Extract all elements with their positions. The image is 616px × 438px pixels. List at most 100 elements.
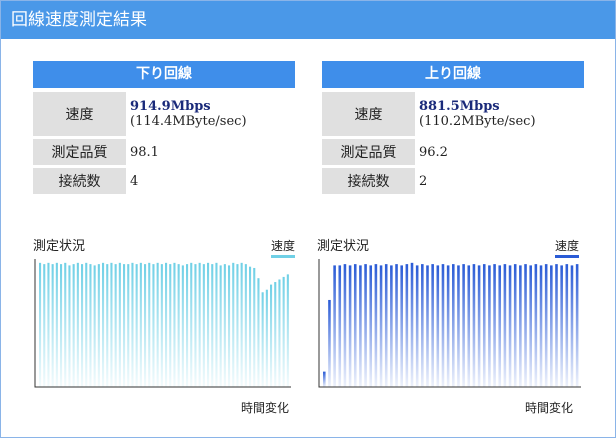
download-chart-bar-59 — [286, 274, 289, 387]
upload-chart-bar-15 — [400, 265, 403, 387]
upload-chart-bar-36 — [508, 265, 512, 387]
download-chart-bar-39 — [202, 264, 205, 387]
upload-connections-value: 2 — [419, 173, 428, 189]
upload-chart-bar-30 — [477, 265, 481, 387]
download-chart-bar-18 — [114, 264, 117, 387]
download-chart-bar-37 — [194, 264, 197, 387]
upload-chart-bar-46 — [560, 265, 563, 387]
upload-speed-label: 速度 — [322, 92, 415, 136]
upload-title: 上り回線 — [322, 61, 584, 88]
upload-chart-bar-3 — [338, 265, 342, 387]
upload-chart-bar-28 — [467, 265, 471, 387]
upload-chart-bar-39 — [524, 264, 527, 387]
upload-chart-bar-10 — [374, 264, 378, 387]
download-speed-mbyte: (114.4MByte/sec) — [130, 114, 247, 129]
upload-column: 上り回線 速度 881.5Mbps (110.2MByte/sec) 測定品質 … — [322, 61, 584, 197]
upload-quality-value: 96.2 — [419, 144, 448, 160]
upload-chart-bar-29 — [472, 264, 476, 387]
upload-speed-value: 881.5Mbps (110.2MByte/sec) — [415, 92, 584, 136]
download-title: 下り回線 — [33, 61, 295, 88]
upload-chart-bar-24 — [446, 265, 450, 387]
upload-speed-chart — [318, 259, 581, 388]
upload-x-axis-label: 時間変化 — [524, 401, 573, 415]
download-chart-bar-26 — [148, 262, 151, 387]
download-chart-bar-45 — [228, 265, 231, 387]
download-chart-bar-6 — [64, 262, 67, 387]
download-chart-bar-23 — [135, 264, 138, 387]
download-quality-value: 98.1 — [130, 144, 159, 160]
upload-chart-bar-11 — [379, 265, 383, 387]
upload-legend-label: 速度 — [554, 239, 579, 253]
download-chart-bar-28 — [156, 262, 159, 387]
download-chart-bar-7 — [68, 265, 71, 387]
upload-chart-bar-44 — [550, 265, 553, 387]
upload-legend: 速度 — [554, 237, 579, 258]
upload-chart-bar-8 — [364, 264, 367, 387]
upload-quality-label: 測定品質 — [322, 139, 415, 165]
download-chart-bar-9 — [76, 262, 79, 387]
download-connections-row: 接続数 4 — [33, 168, 295, 194]
upload-chart-bar-17 — [410, 262, 414, 387]
upload-chart-bar-1 — [328, 299, 331, 387]
download-chart-bar-36 — [190, 262, 193, 387]
download-quality-row: 測定品質 98.1 — [33, 139, 295, 165]
download-chart-bar-33 — [177, 264, 180, 387]
download-chart-bar-2 — [47, 262, 50, 387]
upload-chart-bar-27 — [462, 264, 465, 387]
download-speed-label: 速度 — [33, 92, 126, 136]
download-legend: 速度 — [270, 237, 295, 258]
upload-chart-bar-22 — [436, 265, 440, 387]
upload-chart-bar-47 — [565, 264, 569, 387]
download-chart-bar-52 — [257, 278, 260, 387]
download-chart-bar-14 — [97, 264, 100, 387]
upload-chart-bar-34 — [498, 265, 502, 387]
download-chart-bar-46 — [232, 262, 235, 387]
download-chart-bar-31 — [169, 264, 172, 387]
download-chart-bar-3 — [51, 264, 54, 387]
upload-chart-bar-38 — [519, 265, 522, 387]
upload-chart-bar-13 — [390, 265, 393, 387]
upload-chart-bar-5 — [348, 265, 352, 387]
download-chart-bar-22 — [131, 262, 134, 387]
download-chart-bar-10 — [81, 264, 84, 387]
upload-chart-bar-35 — [503, 264, 507, 387]
upload-chart-bar-20 — [426, 265, 429, 387]
upload-chart-bar-4 — [343, 264, 347, 387]
download-x-axis-label: 時間変化 — [240, 401, 289, 415]
upload-chart-bar-48 — [570, 265, 574, 387]
upload-chart-bar-40 — [529, 265, 532, 387]
download-chart-bar-34 — [181, 265, 184, 387]
download-chart-bar-51 — [253, 267, 256, 387]
upload-chart-bar-43 — [544, 264, 548, 387]
download-chart-bar-8 — [72, 264, 75, 387]
download-chart-bar-12 — [89, 264, 92, 387]
download-chart-bar-53 — [261, 292, 264, 387]
download-chart-bar-5 — [60, 264, 63, 387]
download-chart-bar-44 — [223, 264, 226, 387]
upload-chart-bar-21 — [431, 264, 434, 387]
download-chart-block: 測定状況 速度 時間変化 — [33, 233, 295, 415]
upload-chart-bar-14 — [395, 264, 398, 387]
download-chart-bar-29 — [160, 264, 163, 387]
upload-speed-mbyte: (110.2MByte/sec) — [419, 114, 536, 129]
download-speed-mbps: 914.9Mbps — [130, 99, 211, 114]
download-chart-bar-4 — [55, 262, 58, 387]
upload-chart-bar-19 — [421, 264, 424, 387]
upload-chart-bar-26 — [457, 265, 460, 387]
download-chart-bar-21 — [127, 264, 130, 387]
upload-chart-bar-23 — [441, 264, 445, 387]
download-speed-value: 914.9Mbps (114.4MByte/sec) — [126, 92, 295, 136]
upload-chart-bar-31 — [482, 264, 486, 387]
upload-chart-bar-41 — [534, 264, 538, 387]
upload-connections-row: 接続数 2 — [322, 168, 584, 194]
upload-chart-bar-42 — [539, 265, 543, 387]
download-chart-bar-42 — [215, 262, 218, 387]
upload-chart-bar-45 — [555, 264, 558, 387]
download-chart-bar-58 — [282, 276, 285, 387]
upload-speed-row: 速度 881.5Mbps (110.2MByte/sec) — [322, 92, 584, 136]
download-connections-label: 接続数 — [33, 168, 126, 194]
download-chart-bar-15 — [102, 262, 105, 387]
upload-chart-bar-16 — [405, 264, 409, 387]
download-connections-value: 4 — [130, 173, 139, 189]
download-chart-bar-24 — [139, 262, 142, 387]
